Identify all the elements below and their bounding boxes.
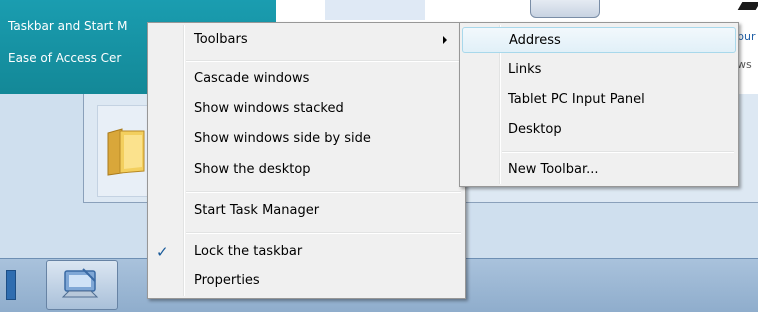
menu-item-label: Desktop [508,122,562,137]
menu-item-label: Toolbars [194,32,248,47]
panel-link-ease-of-access[interactable]: Ease of Access Cer [8,51,121,65]
background-header-box [325,0,425,20]
submenu-item-links[interactable]: Links [462,57,736,83]
menu-item-label: Tablet PC Input Panel [508,92,645,107]
background-pill-button[interactable] [530,0,600,18]
submenu-item-address[interactable]: Address [462,27,736,53]
submenu-arrow-icon [443,36,447,44]
menu-item-label: Show windows stacked [194,101,344,116]
menu-separator [186,232,461,234]
checkmark-icon: ✓ [156,243,169,261]
taskbar-app-icon [61,268,99,298]
background-link-fragment[interactable]: bur [737,30,755,43]
menu-item-lock-the-taskbar[interactable]: ✓ Lock the taskbar [150,239,463,265]
taskbar-context-menu: Toolbars Cascade windows Show windows st… [147,22,466,299]
background-text-fragment: ws [737,58,752,71]
menu-item-label: Links [508,62,542,77]
menu-item-label: Lock the taskbar [194,244,303,259]
menu-item-properties[interactable]: Properties [150,268,463,294]
submenu-item-new-toolbar[interactable]: New Toolbar... [462,157,736,183]
background-corner-mark [737,2,758,10]
submenu-item-tablet-pc-input-panel[interactable]: Tablet PC Input Panel [462,87,736,113]
menu-separator [502,151,734,153]
menu-separator [186,191,461,193]
menu-item-label: Show windows side by side [194,131,371,146]
menu-item-cascade-windows[interactable]: Cascade windows [150,66,463,92]
taskbar-app-button[interactable] [46,260,118,310]
taskbar-show-desktop-edge[interactable] [6,270,16,300]
toolbars-submenu: Address Links Tablet PC Input Panel Desk… [459,22,739,187]
menu-item-show-the-desktop[interactable]: Show the desktop [150,157,463,183]
menu-item-label: New Toolbar... [508,162,599,177]
menu-item-show-windows-stacked[interactable]: Show windows stacked [150,96,463,122]
menu-item-start-task-manager[interactable]: Start Task Manager [150,198,463,224]
menu-item-label: Show the desktop [194,162,311,177]
panel-link-taskbar[interactable]: Taskbar and Start M [8,19,128,33]
menu-item-label: Address [509,33,561,48]
folder-icon[interactable] [104,125,148,177]
menu-item-label: Cascade windows [194,71,310,86]
menu-separator [186,60,461,62]
menu-item-toolbars[interactable]: Toolbars [150,27,463,53]
menu-item-label: Start Task Manager [194,203,320,218]
submenu-item-desktop[interactable]: Desktop [462,117,736,143]
menu-item-show-windows-side-by-side[interactable]: Show windows side by side [150,126,463,152]
menu-item-label: Properties [194,273,260,288]
